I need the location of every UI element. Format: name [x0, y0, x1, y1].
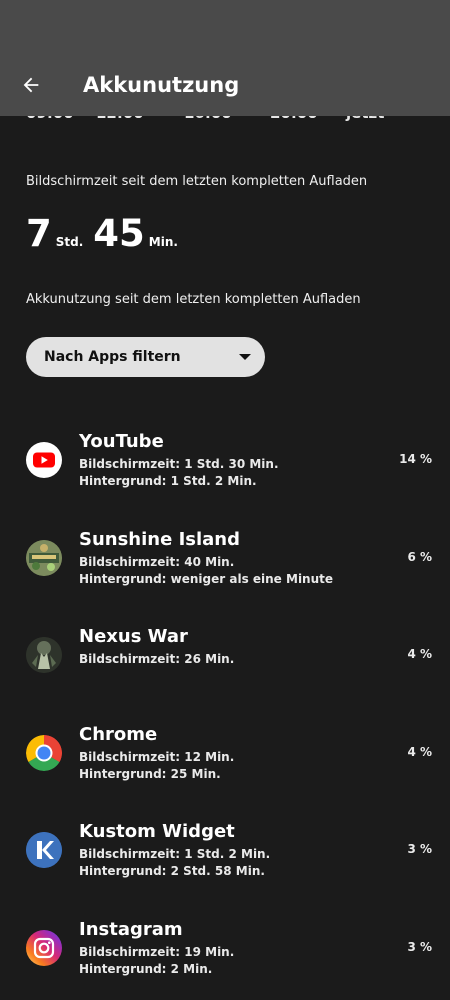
back-button[interactable] — [16, 70, 46, 100]
app-percent: 6 % — [407, 549, 432, 564]
chrome-icon — [26, 734, 62, 771]
minutes-value: 45 — [93, 212, 145, 255]
app-background-time: Hintergrund: weniger als eine Minute — [79, 571, 334, 586]
nexus-war-icon — [26, 637, 62, 674]
sunshine-island-icon — [26, 539, 62, 576]
screen-time-value: 7 Std. 45 Min. — [26, 212, 188, 260]
hours-value: 7 — [26, 212, 52, 255]
app-percent: 14 % — [399, 452, 432, 466]
app-background-time: Hintergrund: 1 Std. 2 Min. — [79, 474, 257, 488]
app-percent: 3 % — [407, 842, 432, 857]
hours-unit: Std. — [55, 235, 84, 249]
app-name: Nexus War — [79, 626, 188, 648]
youtube-icon — [26, 442, 62, 478]
app-row-chrome[interactable]: Chrome Bildschirmzeit: 12 Min. Hintergru… — [0, 718, 450, 816]
app-screen-time: Bildschirmzeit: 1 Std. 2 Min. — [79, 847, 271, 862]
app-screen-time: Bildschirmzeit: 26 Min. — [79, 652, 235, 667]
app-name: Kustom Widget — [79, 821, 235, 843]
app-screen-time: Bildschirmzeit: 1 Std. 30 Min. — [79, 457, 279, 471]
usage-label: Akkunutzung seit dem letzten kompletten … — [26, 292, 361, 307]
app-row-nexus-war[interactable]: Nexus War Bildschirmzeit: 26 Min. 4 % — [0, 620, 450, 718]
app-name: Instagram — [79, 918, 183, 940]
app-row-kustom-widget[interactable]: Kustom Widget Bildschirmzeit: 1 Std. 2 M… — [0, 815, 450, 913]
app-usage-list: YouTube Bildschirmzeit: 1 Std. 30 Min. H… — [0, 425, 450, 1000]
page-title: Akkunutzung — [83, 73, 240, 97]
app-background-time: Hintergrund: 25 Min. — [79, 766, 221, 781]
app-row-instagram[interactable]: Instagram Bildschirmzeit: 19 Min. Hinter… — [0, 913, 450, 1000]
screen-time-label: Bildschirmzeit seit dem letzten komplett… — [26, 174, 368, 189]
caret-down-icon — [239, 354, 251, 360]
app-row-sunshine-island[interactable]: Sunshine Island Bildschirmzeit: 40 Min. … — [0, 523, 450, 621]
app-percent: 4 % — [407, 744, 432, 759]
app-bar: Akkunutzung — [0, 0, 450, 116]
app-screen-time: Bildschirmzeit: 19 Min. — [79, 944, 235, 959]
app-name: Sunshine Island — [79, 528, 241, 550]
app-background-time: Hintergrund: 2 Std. 58 Min. — [79, 864, 265, 879]
app-background-time: Hintergrund: 2 Min. — [79, 961, 213, 976]
app-screen-time: Bildschirmzeit: 12 Min. — [79, 749, 235, 764]
kustom-widget-icon — [26, 832, 62, 869]
arrow-left-icon — [23, 77, 39, 93]
app-percent: 4 % — [407, 647, 432, 662]
filter-label: Nach Apps filtern — [44, 349, 181, 365]
minutes-unit: Min. — [148, 235, 178, 249]
battery-usage-screen: 09:00 12:00 16:00 20:00 jetzt Akkunutzun… — [0, 0, 450, 1000]
app-name: YouTube — [79, 431, 164, 452]
app-row-youtube[interactable]: YouTube Bildschirmzeit: 1 Std. 30 Min. H… — [0, 425, 450, 523]
app-filter-dropdown[interactable]: Nach Apps filtern — [26, 337, 265, 377]
app-screen-time: Bildschirmzeit: 40 Min. — [79, 554, 235, 569]
app-percent: 3 % — [407, 939, 432, 954]
instagram-icon — [26, 929, 62, 966]
app-name: Chrome — [79, 723, 158, 745]
